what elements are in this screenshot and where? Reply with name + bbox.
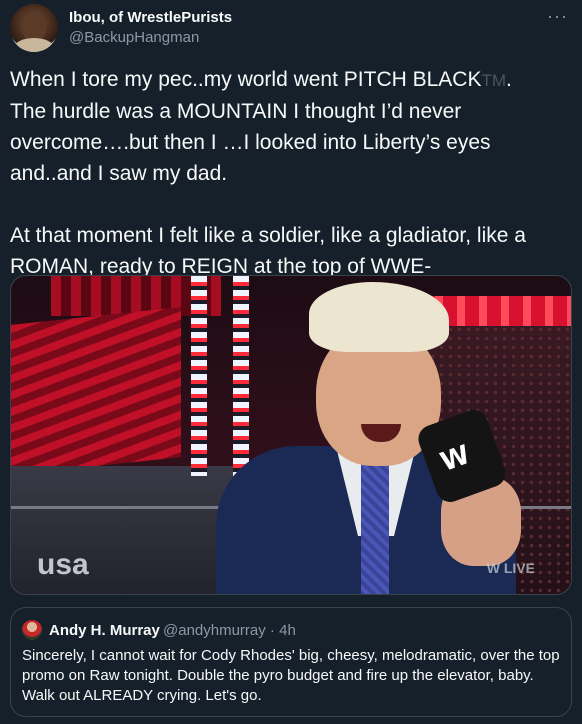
quoted-author-meta: @andyhmurray · 4h bbox=[163, 622, 296, 639]
tweet-text-line1-end: . bbox=[506, 68, 512, 91]
tweet-text-line1: When I tore my pec..my world went PITCH … bbox=[10, 68, 482, 91]
quoted-tweet[interactable]: Andy H. Murray @andyhmurray · 4h Sincere… bbox=[10, 607, 572, 717]
arena-red-screen bbox=[11, 307, 181, 475]
quoted-author-avatar bbox=[22, 620, 42, 640]
light-pole bbox=[191, 276, 207, 476]
tweet-header: Ibou, of WrestlePurists @BackupHangman ·… bbox=[10, 4, 572, 54]
avatar-shirt bbox=[14, 38, 54, 52]
tweet-text-body: The hurdle was a MOUNTAIN I thought I’d … bbox=[10, 100, 526, 278]
wrestler-tie bbox=[361, 451, 389, 594]
usa-network-logo: usa bbox=[37, 548, 89, 581]
author-avatar[interactable] bbox=[10, 4, 58, 52]
wrestler-hair bbox=[309, 282, 449, 352]
live-badge-logo: W LIVE bbox=[486, 560, 535, 576]
light-pole bbox=[233, 276, 249, 476]
more-horizontal-icon[interactable]: ··· bbox=[547, 6, 568, 27]
tweet-text: When I tore my pec..my world went PITCH … bbox=[10, 64, 576, 282]
author-handle[interactable]: @BackupHangman bbox=[69, 29, 199, 46]
trademark-mark: TM bbox=[481, 71, 507, 90]
quoted-author-name: Andy H. Murray bbox=[49, 622, 160, 639]
author-display-name[interactable]: Ibou, of WrestlePurists bbox=[69, 9, 232, 26]
quoted-tweet-text: Sincerely, I cannot wait for Cody Rhodes… bbox=[22, 647, 560, 704]
tweet-media-image[interactable]: W usa W LIVE bbox=[10, 275, 572, 595]
